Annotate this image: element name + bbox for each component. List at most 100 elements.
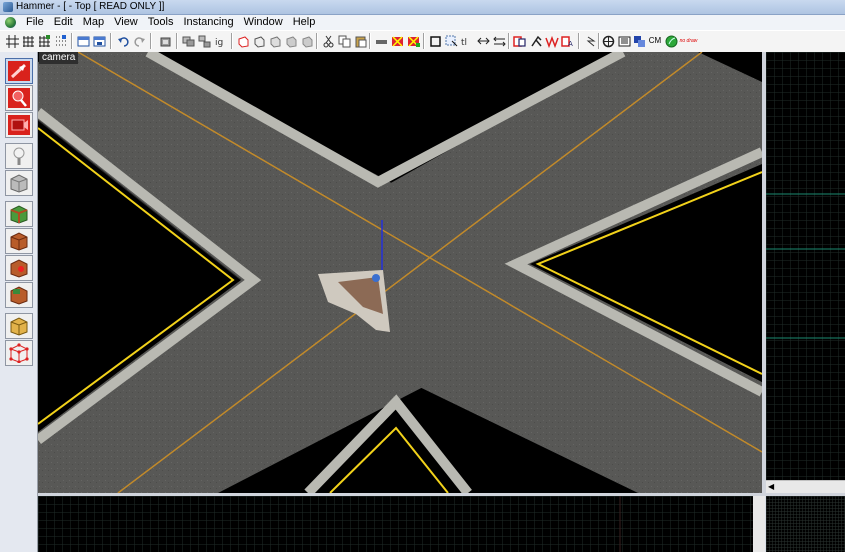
menu-window[interactable]: Window	[239, 16, 288, 29]
toolbar-separator	[316, 33, 318, 49]
vertex-icon	[9, 343, 29, 363]
group-icon[interactable]	[181, 34, 195, 48]
ignore-groups-icon[interactable]: ig	[213, 34, 227, 48]
visgroup-icon[interactable]	[300, 34, 314, 48]
ungroup-icon[interactable]	[197, 34, 211, 48]
grid-dots-icon[interactable]	[53, 34, 67, 48]
svg-text:tl: tl	[461, 38, 467, 48]
toolbar-separator	[71, 33, 73, 49]
title-bar: Hammer - [ - Top [ READ ONLY ]]	[0, 0, 845, 15]
menu-bar: File Edit Map View Tools Instancing Wind…	[0, 15, 845, 30]
vertical-scrollbar[interactable]	[753, 496, 765, 552]
displacement-icon[interactable]	[492, 34, 506, 48]
toggle-selection-icon[interactable]	[444, 34, 458, 48]
texture-lock-icon[interactable]	[374, 34, 388, 48]
toolbar-separator	[578, 33, 580, 49]
cm-icon[interactable]: CM	[647, 34, 663, 48]
grid-larger-icon[interactable]	[37, 34, 51, 48]
texture-align-icon[interactable]	[406, 34, 420, 48]
toolbar-separator	[369, 33, 371, 49]
no-draw-icon[interactable]: no draw	[679, 34, 698, 48]
grid-lines	[38, 496, 753, 552]
viewport-label: camera	[39, 52, 79, 64]
quick-hide-icon[interactable]	[601, 34, 615, 48]
vertex-tool[interactable]	[5, 340, 33, 366]
hide-selected-icon[interactable]	[236, 34, 250, 48]
model-browser-icon[interactable]	[617, 34, 631, 48]
grid-icon[interactable]	[5, 34, 19, 48]
bottom-right-2d-viewport[interactable]	[766, 496, 845, 552]
horizontal-scrollbar[interactable]: ◀	[766, 480, 845, 493]
texture-scale-lock-icon[interactable]	[390, 34, 404, 48]
overlay-block-icon	[10, 286, 28, 305]
undo-icon[interactable]	[116, 34, 130, 48]
tool-palette	[0, 52, 38, 552]
gray-block-icon	[10, 174, 28, 193]
toolbar-separator	[150, 33, 152, 49]
grid-lines	[766, 52, 845, 480]
menu-tools[interactable]: Tools	[143, 16, 179, 29]
toolbar-separator	[231, 33, 233, 49]
toolbar-separator	[598, 33, 600, 49]
clip-block-icon	[10, 317, 28, 336]
brick-block-icon	[10, 232, 28, 251]
block-tool[interactable]	[5, 170, 33, 196]
camera-icon	[8, 115, 30, 135]
toolbar-separator	[508, 33, 510, 49]
menu-help[interactable]: Help	[288, 16, 321, 29]
camera-viewport[interactable]: camera	[38, 52, 762, 493]
overlay-tool[interactable]	[5, 282, 33, 308]
check-problems-icon[interactable]	[529, 34, 543, 48]
road-intersection-render	[38, 52, 762, 493]
window-title: Hammer - [ - Top [ READ ONLY ]]	[16, 1, 165, 12]
menu-file[interactable]: File	[21, 16, 49, 29]
decal-block-icon	[10, 259, 28, 278]
select-box-icon[interactable]	[428, 34, 442, 48]
toolbar-separator	[176, 33, 178, 49]
texture-application-tool[interactable]	[5, 201, 33, 227]
redo-icon[interactable]	[132, 34, 146, 48]
show-all-icon[interactable]	[252, 34, 266, 48]
move-icon[interactable]	[476, 34, 490, 48]
toolbar-separator	[423, 33, 425, 49]
textured-block-icon	[10, 205, 28, 224]
arrow-cursor-icon	[8, 61, 30, 81]
decal-tool[interactable]	[5, 255, 33, 281]
leaf-icon[interactable]	[664, 34, 678, 48]
magnify-tool[interactable]	[5, 85, 33, 111]
entity-tool[interactable]	[5, 143, 33, 169]
camera-tool[interactable]	[5, 112, 33, 138]
light-bulb-icon	[13, 147, 25, 165]
bottom-left-2d-viewport[interactable]	[38, 496, 753, 552]
save-window-state-icon[interactable]	[92, 34, 106, 48]
selection-tool[interactable]	[5, 58, 33, 84]
paste-icon[interactable]	[353, 34, 367, 48]
carve-icon[interactable]	[158, 34, 172, 48]
grid-lines	[766, 496, 845, 552]
snap-to-grid-icon[interactable]: tl	[460, 34, 474, 48]
copy-icon[interactable]	[337, 34, 351, 48]
menu-instancing[interactable]: Instancing	[178, 16, 238, 29]
hide-unselected-icon[interactable]	[268, 34, 282, 48]
globe-icon[interactable]	[5, 17, 16, 28]
menu-edit[interactable]: Edit	[49, 16, 78, 29]
svg-text:ig: ig	[215, 38, 223, 48]
cordon-icon[interactable]	[584, 34, 598, 48]
load-window-state-icon[interactable]	[76, 34, 90, 48]
toolbar-separator	[110, 33, 112, 49]
grid-smaller-icon[interactable]	[21, 34, 35, 48]
texture-browser-icon[interactable]	[632, 34, 646, 48]
magnifier-icon	[8, 88, 30, 108]
menu-view[interactable]: View	[109, 16, 143, 29]
hammer-app-icon	[3, 2, 13, 12]
auto-visgroup-icon[interactable]	[284, 34, 298, 48]
scroll-left-icon[interactable]: ◀	[768, 482, 774, 491]
compile-icon[interactable]: A	[561, 34, 575, 48]
cut-icon[interactable]	[321, 34, 335, 48]
clipping-tool[interactable]	[5, 313, 33, 339]
menu-map[interactable]: Map	[78, 16, 109, 29]
apply-current-texture-tool[interactable]	[5, 228, 33, 254]
radius-culling-icon[interactable]	[545, 34, 559, 48]
top-right-2d-viewport[interactable]	[766, 52, 845, 480]
entity-report-icon[interactable]	[513, 34, 527, 48]
